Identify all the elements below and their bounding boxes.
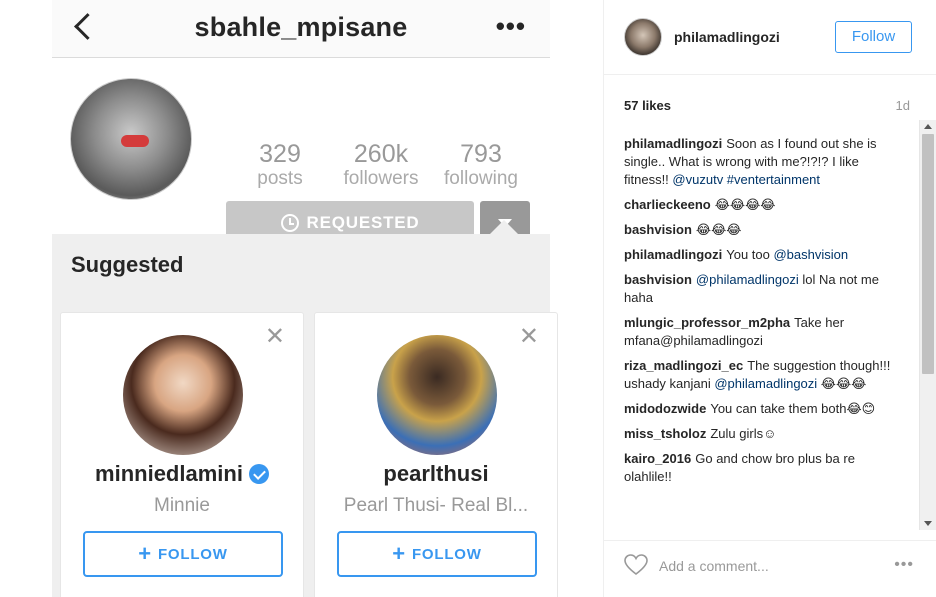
suggested-username: pearlthusi [383,461,489,486]
follow-label: FOLLOW [411,545,482,563]
stat-following-label: following [444,168,518,189]
stat-posts-label: posts [257,168,303,189]
likes-row: 57 likes 1d [624,98,910,113]
plus-icon: + [138,541,152,566]
suggested-section: Suggested ✕ minniedlamini Minnie + FOLLO… [52,234,558,597]
comment: kairo_2016 Go and chow bro plus ba re ola… [624,450,904,486]
comment: bashvision 😂😂😂 [624,221,904,239]
post-sidebar: philamadlingozi Follow 57 likes 1d phila… [603,0,936,597]
comment: philamadlingozi Soon as I found out she i… [624,135,904,189]
more-options-icon[interactable]: ••• [894,557,914,573]
comment-user[interactable]: charlieckeeno [624,197,711,212]
suggested-title: Suggested [71,252,184,277]
comment-text-after: 😂😂😂 [820,376,867,391]
post-footer: ••• [604,540,936,597]
suggested-card: ✕ pearlthusi Pearl Thusi- Real Bl... + F… [314,312,558,597]
suggested-fullname: Minnie [154,495,210,516]
suggested-card: ✕ minniedlamini Minnie + FOLLOW [60,312,304,597]
comment-link[interactable]: @bashvision [773,247,848,262]
comment: philamadlingozi You too @bashvision [624,246,904,264]
author-username[interactable]: philamadlingozi [674,29,780,45]
suggested-avatar [123,335,243,455]
profile-header: 329 posts 260k followers 793 following R… [52,58,550,245]
comment-link[interactable]: @philamadlingozi [696,272,799,287]
comment: mlungic_professor_m2pha Take her mfana@ph… [624,314,904,350]
stat-followers: 260k followers [336,140,426,190]
comment: riza_madlingozi_ec The suggestion though!… [624,357,904,393]
verified-icon [248,464,269,484]
comments-scrollbar[interactable] [919,120,936,530]
stat-following: 793 following [438,140,524,190]
scroll-down-arrow-icon[interactable] [924,521,932,526]
comment: bashvision @philamadlingozi lol Na not me… [624,271,904,307]
comment-link[interactable]: @vuzutv #ventertainment [672,172,820,187]
scrollbar-thumb[interactable] [922,134,934,374]
comment: miss_tsholoz Zulu girls☺ [624,425,904,443]
comment-text: 😂😂😂 [695,222,742,237]
suggested-avatar [377,335,497,455]
comment-user[interactable]: midodozwide [624,401,706,416]
suggested-follow-button: + FOLLOW [337,531,537,577]
close-icon: ✕ [518,323,539,350]
profile-screenshot: sbahle_mpisane ••• 329 posts 260k follow… [0,0,603,597]
comment-user[interactable]: kairo_2016 [624,451,691,466]
comment-user[interactable]: bashvision [624,222,692,237]
clock-icon [280,214,299,232]
suggested-name: minniedlamini [61,461,303,487]
follow-label: FOLLOW [157,545,228,563]
plus-icon: + [392,541,406,566]
stat-followers-label: followers [343,168,419,189]
comments-list: philamadlingozi Soon as I found out she i… [624,135,904,525]
heart-icon[interactable] [624,554,648,576]
comment-text: You too [726,247,770,262]
author-avatar[interactable] [624,18,662,56]
comment-text: Zulu girls☺ [710,426,777,441]
profile-nav-bar: sbahle_mpisane ••• [52,0,550,58]
comment-user[interactable]: miss_tsholoz [624,426,706,441]
more-options-icon: ••• [495,11,526,41]
comment-user[interactable]: riza_madlingozi_ec [624,358,743,373]
suggested-name: pearlthusi [315,461,557,487]
comment-user[interactable]: philamadlingozi [624,247,722,262]
suggested-username: minniedlamini [95,461,243,486]
post-time[interactable]: 1d [896,98,910,113]
scroll-up-arrow-icon[interactable] [924,124,932,129]
add-comment-input[interactable] [659,553,859,579]
likes-count[interactable]: 57 likes [624,98,671,113]
comment: charlieckeeno 😂😂😂😂 [624,196,904,214]
suggested-caret [490,220,518,234]
post-header: philamadlingozi Follow [604,0,936,75]
suggested-follow-button: + FOLLOW [83,531,283,577]
stat-followers-count: 260k [353,140,409,168]
follow-button[interactable]: Follow [835,21,912,53]
comment-text: You can take them both😂😊 [710,401,876,416]
requested-label: REQUESTED [306,213,420,232]
comment-user[interactable]: mlungic_professor_m2pha [624,315,790,330]
comment-user[interactable]: bashvision [624,272,692,287]
comment-user[interactable]: philamadlingozi [624,136,722,151]
stat-following-count: 793 [460,140,502,168]
stat-posts: 329 posts [250,140,310,190]
stat-posts-count: 329 [259,140,301,168]
profile-avatar [70,78,192,200]
close-icon: ✕ [264,323,285,350]
comment: midodozwide You can take them both😂😊 [624,400,904,418]
comment-text: 😂😂😂😂 [714,197,776,212]
suggested-fullname: Pearl Thusi- Real Bl... [343,495,529,516]
profile-username: sbahle_mpisane [194,12,408,42]
comment-link[interactable]: @philamadlingozi [714,376,817,391]
phone-screen: sbahle_mpisane ••• 329 posts 260k follow… [52,0,558,597]
